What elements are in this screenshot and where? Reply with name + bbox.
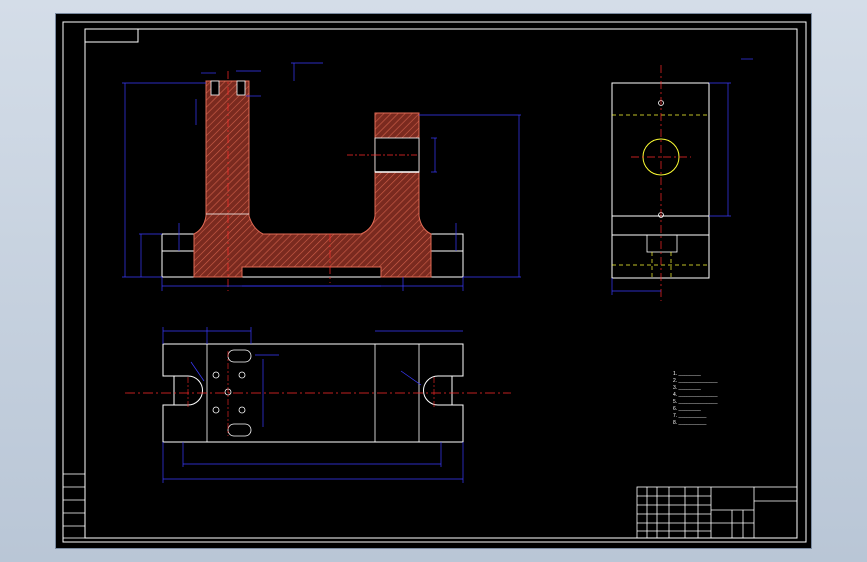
note-line: 3. ________ (673, 385, 701, 391)
engineering-drawing: 1. ________ 2. ______________ 3. _______… (62, 21, 807, 543)
front-view-section (161, 71, 464, 291)
note-line: 2. ______________ (673, 378, 718, 384)
note-line: 1. ________ (673, 371, 701, 377)
note-line: 6. ________ (673, 406, 701, 412)
cad-viewport[interactable]: 1. ________ 2. ______________ 3. _______… (55, 13, 812, 549)
title-block (636, 486, 798, 539)
note-line: 7. __________ (673, 413, 707, 419)
note-line: 8. __________ (673, 420, 707, 426)
hatched-body (193, 80, 432, 278)
side-view-dimensions (611, 58, 753, 295)
technical-notes: 1. ________ 2. ______________ 3. _______… (673, 371, 718, 426)
top-view (125, 343, 511, 443)
top-view-dimensions (162, 327, 464, 483)
note-line: 5. ______________ (673, 399, 718, 405)
note-line: 4. ______________ (673, 392, 718, 398)
side-view (611, 65, 710, 301)
margin-stamp (62, 473, 86, 539)
